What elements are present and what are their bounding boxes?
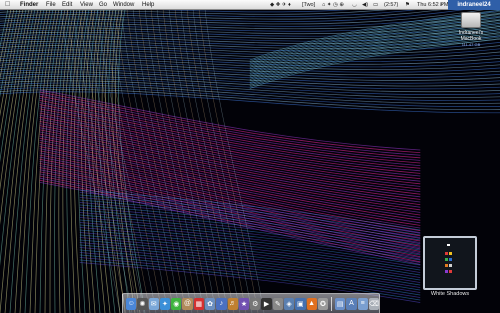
- applications-icon[interactable]: A: [346, 297, 357, 310]
- safari-icon[interactable]: ✦: [159, 297, 171, 310]
- drive-name: Indraneel's MacBook: [458, 30, 484, 42]
- spotlight-icon[interactable]: ⌕: [440, 0, 443, 10]
- flag-icon[interactable]: ⚑: [405, 0, 410, 10]
- menu-go[interactable]: Go: [99, 0, 107, 10]
- textedit-icon[interactable]: ✎: [272, 297, 283, 310]
- album-art-widget[interactable]: White Shadows: [423, 236, 477, 298]
- trash-icon[interactable]: ⌫: [368, 297, 380, 310]
- chat-icon[interactable]: ◉: [171, 297, 182, 310]
- folder-icon[interactable]: ▤: [335, 297, 346, 310]
- vlc-icon[interactable]: ▲: [306, 297, 317, 310]
- wifi-icon[interactable]: ◡: [352, 0, 357, 10]
- user-name[interactable]: indraneel24: [448, 0, 500, 10]
- imovie-icon[interactable]: ★: [238, 297, 250, 310]
- menu-bar:  Finder File Edit View Go Window Help ◆…: [0, 0, 500, 10]
- clock[interactable]: Thu 6:52 PM: [417, 0, 449, 10]
- tray-icons-left[interactable]: ◆ ✚ ✈ ♦: [270, 0, 291, 10]
- menu-view[interactable]: View: [80, 0, 93, 10]
- gear-icon[interactable]: ✪: [317, 297, 329, 310]
- garageband-icon[interactable]: ♬: [227, 297, 238, 310]
- menu-window[interactable]: Window: [113, 0, 134, 10]
- menu-edit[interactable]: Edit: [62, 0, 72, 10]
- album-frame: [423, 236, 477, 290]
- terminal-icon[interactable]: ▶: [261, 297, 272, 310]
- monitor-icon[interactable]: ▣: [295, 297, 306, 310]
- album-cover: [425, 238, 475, 288]
- iphoto-icon[interactable]: ✿: [204, 297, 216, 310]
- battery-text[interactable]: (2:57): [384, 0, 398, 10]
- tray-music[interactable]: [Two]: [302, 0, 315, 10]
- documents-icon[interactable]: ≡: [357, 297, 368, 310]
- sysprefs-icon[interactable]: ⚙: [250, 297, 261, 310]
- menu-file[interactable]: File: [46, 0, 56, 10]
- mail-icon[interactable]: ✉: [148, 297, 159, 310]
- drive-size: 111.47 GB: [461, 42, 481, 47]
- itunes-icon[interactable]: ♪: [216, 297, 227, 310]
- menu-help[interactable]: Help: [142, 0, 154, 10]
- addressbook-icon[interactable]: @: [182, 297, 193, 310]
- dock: ☺ ✺ ✉ ✦ ◉ @ ▦ ✿ ♪ ♬ ★ ⚙ ▶ ✎ ◈ ▣ ▲ ✪ ▤ A ≡ ⌫: [122, 293, 380, 313]
- apple-icon[interactable]: : [5, 0, 10, 10]
- calendar-icon[interactable]: ▦: [193, 297, 204, 310]
- hard-drive-icon: [461, 12, 481, 28]
- widget-icon[interactable]: ✺: [137, 297, 148, 310]
- tray-icons-mid[interactable]: ⌂ ✦ ◷ ⊕: [322, 0, 344, 10]
- volume-icon[interactable]: ◀): [362, 0, 368, 10]
- battery-icon[interactable]: ▭: [373, 0, 378, 10]
- album-title: White Shadows: [430, 291, 470, 297]
- preview-icon[interactable]: ◈: [283, 297, 295, 310]
- dock-separator: [331, 296, 332, 311]
- finder-icon[interactable]: ☺: [126, 297, 137, 310]
- macbook-drive[interactable]: Indraneel's MacBook 111.47 GB: [448, 12, 494, 47]
- menu-app[interactable]: Finder: [20, 0, 38, 10]
